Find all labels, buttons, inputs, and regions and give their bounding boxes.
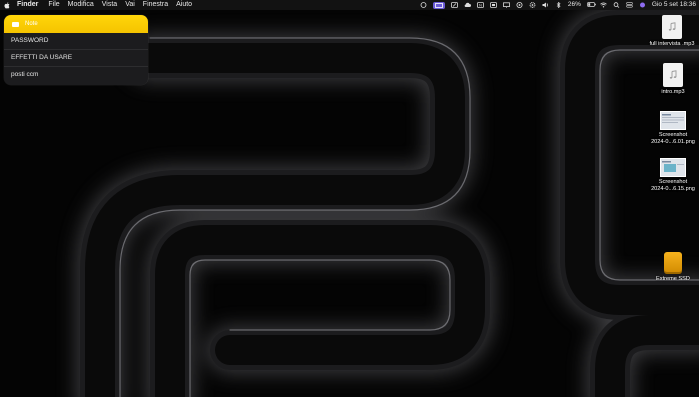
desktop-file-label: intro.mp3 [661, 89, 685, 95]
menu-file[interactable]: File [48, 0, 59, 10]
screenshot-file-icon [660, 111, 686, 130]
external-drive-icon [664, 252, 682, 274]
audio-file-icon [662, 15, 682, 39]
note-item-effetti[interactable]: EFFETTI DA USARE [4, 50, 148, 67]
menu-finestra[interactable]: Finestra [143, 0, 168, 10]
notes-widget[interactable]: Note PASSWORD EFFETTI DA USARE posti ccm [4, 15, 148, 85]
screenshot-file-icon [660, 158, 686, 177]
desktop-file-screenshot-1[interactable]: Screenshot 2024-0...6.01.png [650, 111, 696, 145]
display-icon[interactable] [502, 2, 510, 8]
gear-icon[interactable] [529, 2, 536, 8]
apple-logo-icon[interactable] [4, 1, 10, 9]
menu-vai[interactable]: Vai [125, 0, 135, 10]
pen-tablet-icon[interactable] [450, 2, 458, 8]
desktop-file-label: 2024-0...6.15.png [651, 185, 695, 192]
desktop-file-full-intervista[interactable]: full intervista .mp3 [645, 15, 699, 48]
menu-bar: Finder File Modifica Vista Vai Finestra … [0, 0, 699, 10]
menu-app-finder[interactable]: Finder [17, 0, 38, 10]
wifi-icon[interactable] [600, 2, 607, 8]
notes-widget-header[interactable]: Note [4, 15, 148, 33]
menu-bar-clock[interactable]: Gio 5 set 18:36 [652, 0, 696, 10]
search-icon[interactable] [613, 2, 620, 8]
notes-widget-title: Note [25, 21, 38, 27]
menu-vista[interactable]: Vista [102, 0, 117, 10]
bluetooth-icon[interactable] [555, 2, 562, 8]
siri-icon[interactable] [639, 2, 646, 8]
app-store-icon[interactable]: N [476, 2, 484, 8]
audio-file-icon [663, 63, 683, 87]
screen-mirroring-icon[interactable] [420, 2, 427, 8]
cloud-sync-icon[interactable] [464, 2, 471, 8]
play-icon[interactable] [516, 2, 523, 8]
folder-icon [12, 21, 19, 27]
desktop-file-intro[interactable]: intro.mp3 [651, 63, 695, 96]
browser-extension-icon[interactable] [489, 2, 497, 8]
desktop-file-screenshot-2[interactable]: Screenshot 2024-0...6.15.png [650, 158, 696, 192]
menu-modifica[interactable]: Modifica [68, 0, 94, 10]
note-item-password[interactable]: PASSWORD [4, 33, 148, 50]
battery-percentage: 26% [567, 1, 581, 8]
svg-text:N: N [479, 3, 482, 8]
desktop-file-label: full intervista .mp3 [649, 41, 695, 47]
battery-icon[interactable] [587, 2, 596, 8]
desktop-drive-extreme-ssd[interactable]: Extreme SSD [650, 252, 696, 283]
volume-icon[interactable] [542, 2, 549, 8]
status-area: N 26% Gio 5 set 18:36 [414, 0, 696, 10]
stage-manager-icon[interactable] [432, 1, 445, 9]
note-item-posti[interactable]: posti ccm [4, 67, 148, 83]
control-center-icon[interactable] [626, 2, 633, 8]
desktop-file-label: 2024-0...6.01.png [651, 138, 695, 145]
menu-aiuto[interactable]: Aiuto [176, 0, 192, 10]
desktop-file-label: Extreme SSD [656, 276, 690, 282]
